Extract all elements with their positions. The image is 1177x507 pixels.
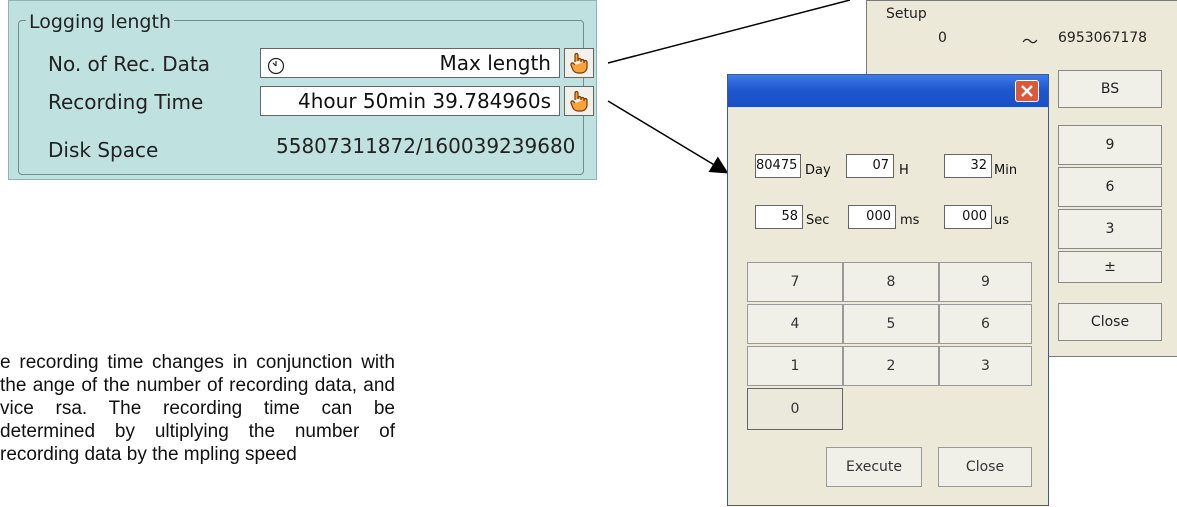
backspace-button[interactable]: BS bbox=[1058, 70, 1162, 108]
rec-time-field[interactable]: 4hour 50min 39.784960s bbox=[260, 86, 560, 116]
rec-time-label: Recording Time bbox=[48, 90, 204, 114]
close-icon[interactable] bbox=[1015, 80, 1039, 102]
range-max: 6953067178 bbox=[1058, 30, 1148, 46]
range-separator: ～ bbox=[1022, 32, 1039, 51]
disk-space-label: Disk Space bbox=[48, 138, 159, 162]
ms-field[interactable]: 000 bbox=[848, 205, 896, 229]
ms-unit: ms bbox=[900, 213, 920, 228]
keypad-key-6[interactable]: 6 bbox=[1058, 167, 1162, 207]
description-text: e recording time changes in conjunction … bbox=[0, 352, 395, 465]
time-close-button[interactable]: Close bbox=[938, 447, 1032, 487]
setup-label: Setup bbox=[886, 6, 927, 22]
rec-time-edit-button[interactable] bbox=[564, 86, 594, 116]
keypad-key-1[interactable]: 1 bbox=[747, 346, 843, 386]
hour-unit: H bbox=[899, 163, 909, 178]
us-field[interactable]: 000 bbox=[944, 205, 992, 229]
title-bar bbox=[728, 75, 1048, 107]
hand-pointer-icon bbox=[570, 90, 588, 112]
arrow-to-setup-dialog bbox=[607, 0, 851, 64]
keypad-key-9[interactable]: 9 bbox=[939, 262, 1032, 302]
range-min: 0 bbox=[938, 30, 947, 46]
rec-data-edit-button[interactable] bbox=[564, 48, 594, 78]
keypad-key-6[interactable]: 6 bbox=[939, 304, 1032, 344]
day-unit: Day bbox=[805, 163, 831, 178]
keypad-key-4[interactable]: 4 bbox=[747, 304, 843, 344]
hour-field[interactable]: 07 bbox=[846, 154, 894, 178]
setup-close-button[interactable]: Close bbox=[1058, 303, 1162, 341]
group-title: Logging length bbox=[26, 12, 174, 32]
us-unit: us bbox=[994, 213, 1010, 228]
rec-data-field[interactable]: Max length bbox=[260, 48, 560, 78]
keypad-key-9[interactable]: 9 bbox=[1058, 125, 1162, 165]
keypad-key-2[interactable]: 2 bbox=[843, 346, 939, 386]
day-field[interactable]: 80475 bbox=[755, 154, 801, 178]
rec-data-value: Max length bbox=[439, 51, 551, 75]
keypad-key-3[interactable]: 3 bbox=[1058, 209, 1162, 249]
execute-button[interactable]: Execute bbox=[826, 447, 922, 487]
keypad-key-plusminus[interactable]: ± bbox=[1058, 251, 1162, 283]
keypad-key-0[interactable]: 0 bbox=[747, 388, 843, 430]
minute-unit: Min bbox=[994, 163, 1018, 178]
second-unit: Sec bbox=[806, 213, 830, 228]
arrow-to-time-dialog bbox=[607, 100, 729, 174]
keypad-key-7[interactable]: 7 bbox=[747, 262, 843, 302]
hand-pointer-icon bbox=[570, 52, 588, 74]
keypad-key-8[interactable]: 8 bbox=[843, 262, 939, 302]
rec-data-label: No. of Rec. Data bbox=[48, 52, 210, 76]
disk-space-value: 55807311872/160039239680 bbox=[276, 134, 576, 158]
second-field[interactable]: 58 bbox=[755, 205, 803, 229]
minute-field[interactable]: 32 bbox=[944, 154, 992, 178]
keypad-key-5[interactable]: 5 bbox=[843, 304, 939, 344]
keypad-key-3[interactable]: 3 bbox=[939, 346, 1032, 386]
clock-icon bbox=[267, 54, 285, 82]
